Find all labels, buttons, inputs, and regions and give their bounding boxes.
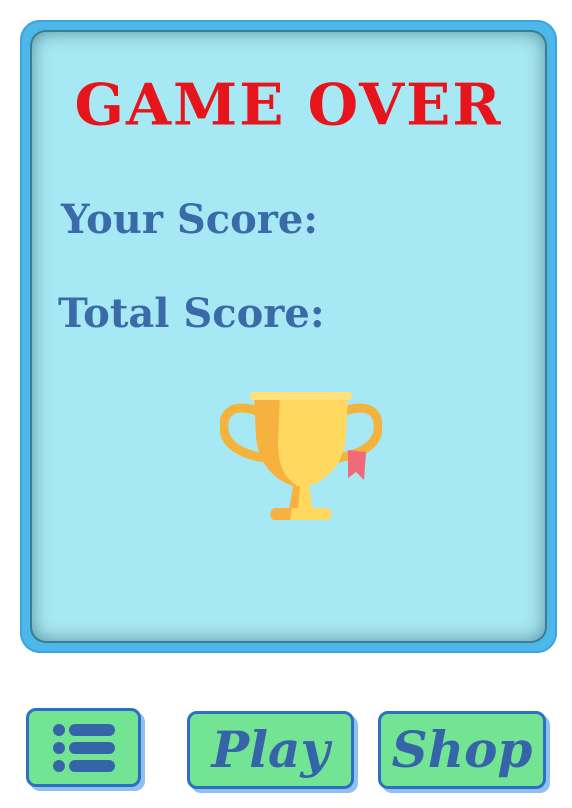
game-over-panel: GAME OVER Your Score: Total Score: bbox=[20, 20, 557, 653]
game-over-title: GAME OVER bbox=[74, 71, 503, 139]
shop-button-label: Shop bbox=[391, 720, 533, 779]
game-over-screen: GAME OVER Your Score: Total Score: Play … bbox=[0, 0, 572, 808]
your-score-label: Your Score: bbox=[61, 196, 319, 243]
play-button[interactable]: Play bbox=[187, 711, 354, 789]
menu-button[interactable] bbox=[26, 708, 141, 787]
total-score-label: Total Score: bbox=[58, 290, 325, 337]
trophy-icon bbox=[220, 392, 382, 520]
play-button-label: Play bbox=[211, 720, 330, 779]
game-over-panel-inner: GAME OVER Your Score: Total Score: bbox=[32, 32, 545, 641]
list-menu-icon bbox=[52, 723, 115, 772]
shop-button[interactable]: Shop bbox=[378, 711, 546, 789]
